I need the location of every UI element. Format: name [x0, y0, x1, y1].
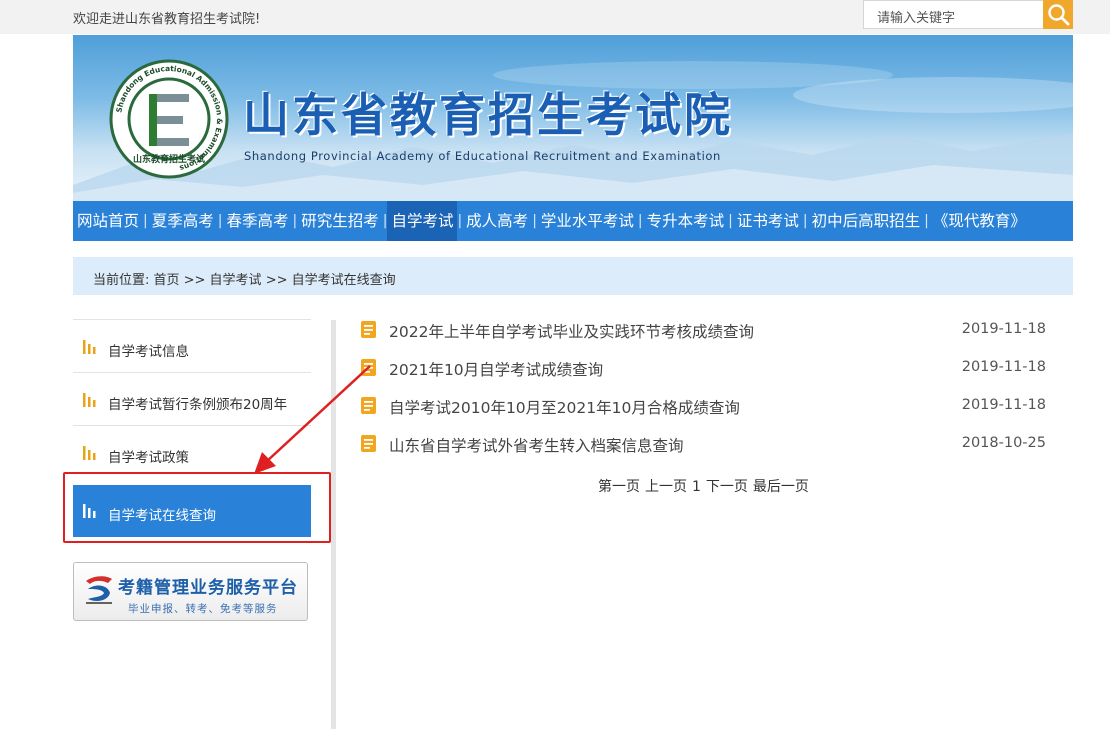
nav-item-vocational-admission[interactable]: 初中后高职招生: [808, 201, 925, 241]
pager-prev-link[interactable]: 上一页: [645, 479, 687, 495]
search-icon: [1048, 4, 1070, 26]
sidebar-item-regulation-anniversary[interactable]: 自学考试暂行条例颁布20周年: [73, 372, 311, 425]
site-subtitle: Shandong Provincial Academy of Education…: [244, 149, 721, 163]
list-item-date: 2018-10-25: [961, 435, 1046, 451]
welcome-text: 欢迎走进山东省教育招生考试院!: [73, 12, 261, 27]
sidebar-item-label: 自学考试政策: [108, 450, 189, 466]
list-item-title[interactable]: 2022年上半年自学考试毕业及实践环节考核成绩查询: [389, 320, 754, 342]
document-icon: [361, 321, 376, 338]
platform-subtitle: 毕业申报、转考、免考等服务: [128, 603, 278, 615]
exam-record-platform-banner[interactable]: 考籍管理业务服务平台 毕业申报、转考、免考等服务: [73, 562, 308, 621]
header-banner: Shandong Educational Admission & Examina…: [73, 35, 1073, 201]
nav-item-spring-exam[interactable]: 春季高考: [222, 201, 292, 241]
list-item[interactable]: 2022年上半年自学考试毕业及实践环节考核成绩查询 2019-11-18: [360, 318, 1050, 356]
bar-chart-icon: [83, 340, 96, 354]
nav-item-upgrade-exam[interactable]: 专升本考试: [643, 201, 729, 241]
nav-item-modern-education[interactable]: 《现代教育》: [929, 201, 1030, 241]
pager-first-link[interactable]: 第一页: [598, 479, 640, 495]
platform-logo-icon: [86, 576, 112, 604]
academy-emblem-icon: Shandong Educational Admission & Examina…: [109, 59, 229, 179]
sidebar-item-exam-info[interactable]: 自学考试信息: [73, 319, 311, 372]
list-item-date: 2019-11-18: [961, 359, 1046, 375]
list-item[interactable]: 山东省自学考试外省考生转入档案信息查询 2018-10-25: [360, 432, 1050, 470]
document-icon: [361, 435, 376, 452]
nav-item-summer-exam[interactable]: 夏季高考: [148, 201, 218, 241]
bar-chart-icon: [83, 393, 96, 407]
sidebar-item-exam-policy[interactable]: 自学考试政策: [73, 425, 311, 478]
list-item-date: 2019-11-18: [961, 397, 1046, 413]
logo-cn-text: 山东教育招生考试: [133, 153, 205, 165]
sidebar-item-label: 自学考试信息: [108, 344, 189, 360]
list-item[interactable]: 自学考试2010年10月至2021年10月合格成绩查询 2019-11-18: [360, 394, 1050, 432]
sidebar-item-label: 自学考试暂行条例颁布20周年: [108, 397, 288, 413]
nav-item-adult-exam[interactable]: 成人高考: [462, 201, 532, 241]
nav-item-proficiency-test[interactable]: 学业水平考试: [537, 201, 638, 241]
list-item-title[interactable]: 自学考试2010年10月至2021年10月合格成绩查询: [389, 396, 740, 418]
list-item-title[interactable]: 2021年10月自学考试成绩查询: [389, 358, 603, 380]
pager-current-page: 1: [692, 479, 701, 495]
search-button[interactable]: [1043, 0, 1073, 29]
list-item-date: 2019-11-18: [961, 321, 1046, 337]
pager-last-link[interactable]: 最后一页: [753, 479, 809, 495]
highlight-annotation-box: [63, 472, 331, 543]
pagination: 第一页 上一页 1 下一页 最后一页: [598, 476, 814, 496]
nav-item-self-study-exam[interactable]: 自学考试: [387, 201, 458, 241]
search-input[interactable]: 请输入关键字: [863, 0, 1045, 29]
academy-logo[interactable]: Shandong Educational Admission & Examina…: [109, 59, 229, 179]
nav-item-graduate-exam[interactable]: 研究生招考: [297, 201, 383, 241]
nav-item-home[interactable]: 网站首页: [73, 201, 143, 241]
pager-next-link[interactable]: 下一页: [706, 479, 748, 495]
column-divider: [331, 320, 336, 729]
breadcrumb: 当前位置: 首页 >> 自学考试 >> 自学考试在线查询: [73, 257, 1073, 295]
list-item-title[interactable]: 山东省自学考试外省考生转入档案信息查询: [389, 434, 684, 456]
nav-item-certificate-exam[interactable]: 证书考试: [733, 201, 803, 241]
document-icon: [361, 359, 376, 376]
site-title: 山东省教育招生考试院: [243, 88, 733, 142]
platform-title: 考籍管理业务服务平台: [118, 578, 298, 598]
top-bar: 欢迎走进山东省教育招生考试院! 请输入关键字: [0, 0, 1110, 34]
query-list: 2022年上半年自学考试毕业及实践环节考核成绩查询 2019-11-18 202…: [360, 318, 1050, 470]
bar-chart-icon: [83, 446, 96, 460]
main-nav: 网站首页 | 夏季高考 | 春季高考 | 研究生招考 | 自学考试 | 成人高考…: [73, 201, 1073, 241]
list-item[interactable]: 2021年10月自学考试成绩查询 2019-11-18: [360, 356, 1050, 394]
document-icon: [361, 397, 376, 414]
